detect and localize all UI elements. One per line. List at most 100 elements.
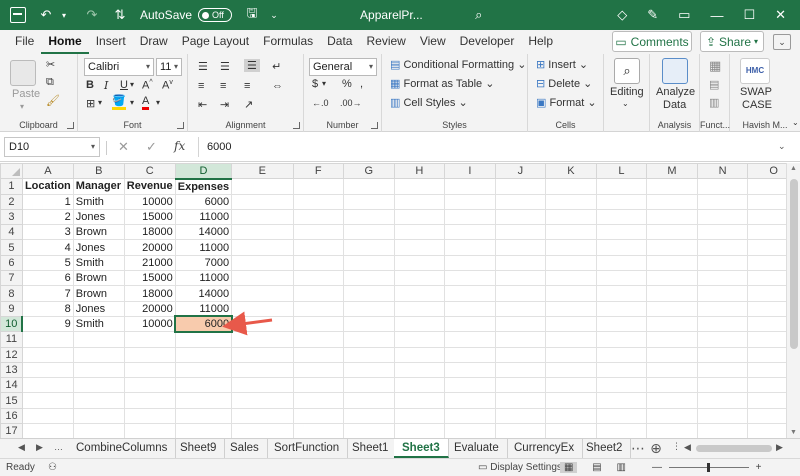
cell-h10[interactable] (393, 315, 446, 333)
cell-m8[interactable] (646, 285, 698, 302)
cell-d7[interactable]: 11000 (174, 270, 233, 287)
zoom-slider[interactable] (668, 462, 749, 472)
column-header-d[interactable]: D (174, 162, 233, 180)
align-top-icon[interactable]: ☰ (198, 60, 208, 73)
cell-n5[interactable] (696, 239, 749, 256)
add-sheet-icon[interactable]: ⊕ (646, 439, 666, 458)
cell-k15[interactable] (545, 392, 597, 409)
cell-l9[interactable] (595, 300, 648, 317)
cell-styles-button[interactable]: ▥ Cell Styles ⌄ (390, 96, 468, 109)
cell-h9[interactable] (393, 300, 446, 317)
horizontal-scrollbar-thumb[interactable] (696, 445, 772, 452)
cell-k6[interactable] (545, 254, 597, 272)
column-header-l[interactable]: L (595, 162, 648, 180)
cell-b1[interactable]: Manager (72, 178, 125, 195)
cell-f5[interactable] (292, 239, 345, 256)
scroll-left-icon[interactable]: ◀ (684, 442, 691, 453)
row-header[interactable]: 12 (0, 346, 23, 363)
alignment-launcher-icon[interactable] (293, 122, 300, 129)
merge-center-icon[interactable]: ⇔ (272, 80, 283, 92)
cell-g4[interactable] (343, 224, 395, 241)
row-header[interactable]: 3 (0, 208, 23, 226)
cell-m16[interactable] (646, 407, 698, 425)
decrease-decimal-icon[interactable]: .00→ (340, 98, 362, 108)
cell-c14[interactable] (123, 377, 176, 394)
cell-f3[interactable] (292, 208, 345, 226)
cell-n11[interactable] (696, 331, 749, 348)
cell-c2[interactable]: 10000 (123, 193, 176, 210)
maximize-icon[interactable]: ☐ (743, 7, 755, 23)
cell-l4[interactable] (595, 224, 648, 241)
cell-a5[interactable]: 4 (21, 239, 74, 256)
cell-c4[interactable]: 18000 (123, 224, 176, 241)
cell-a15[interactable] (21, 392, 74, 409)
zoom-slider-handle[interactable] (706, 462, 710, 472)
cell-k8[interactable] (545, 285, 597, 302)
tab-file[interactable]: File (8, 30, 41, 54)
cell-k11[interactable] (545, 331, 597, 348)
cell-f9[interactable] (292, 300, 345, 317)
cell-l7[interactable] (595, 270, 648, 287)
format-as-table-button[interactable]: ▦ Format as Table ⌄ (390, 77, 494, 90)
cell-j13[interactable] (494, 361, 547, 379)
cell-g7[interactable] (343, 270, 395, 287)
cell-g5[interactable] (343, 239, 395, 256)
cell-g1[interactable] (343, 178, 395, 195)
cell-n14[interactable] (696, 377, 749, 394)
cell-k2[interactable] (545, 193, 597, 210)
undo-dropdown-icon[interactable]: ▾ (56, 11, 72, 20)
cell-c6[interactable]: 21000 (123, 254, 176, 272)
cell-i13[interactable] (444, 361, 496, 379)
column-header-h[interactable]: H (393, 162, 446, 180)
underline-dropdown-icon[interactable]: ▾ (130, 80, 134, 89)
cell-h5[interactable] (393, 239, 446, 256)
cell-m15[interactable] (646, 392, 698, 409)
cell-h16[interactable] (393, 407, 446, 425)
cell-i10[interactable] (444, 315, 496, 333)
tab-home[interactable]: Home (41, 30, 89, 54)
cell-e5[interactable] (231, 239, 294, 256)
cell-n3[interactable] (696, 208, 749, 226)
cell-c16[interactable] (123, 407, 176, 425)
cell-a14[interactable] (21, 377, 74, 394)
cell-i4[interactable] (444, 224, 496, 241)
cell-h7[interactable] (393, 270, 446, 287)
cell-d14[interactable] (174, 377, 233, 394)
cell-c9[interactable]: 20000 (123, 300, 176, 317)
sort-icon[interactable]: ⇅ (112, 7, 128, 23)
underline-icon[interactable]: U (120, 79, 128, 91)
tab-developer[interactable]: Developer (453, 30, 522, 54)
cell-b8[interactable]: Brown (72, 285, 125, 302)
cell-d13[interactable] (174, 361, 233, 379)
row-header[interactable]: 11 (0, 331, 23, 348)
cell-e1[interactable] (231, 178, 294, 195)
cell-k14[interactable] (545, 377, 597, 394)
confirm-entry-icon[interactable]: ✓ (146, 139, 157, 155)
column-header-a[interactable]: A (21, 162, 74, 180)
cell-g8[interactable] (343, 285, 395, 302)
analyze-label[interactable]: Analyze (656, 86, 695, 98)
cell-a4[interactable]: 3 (21, 224, 74, 241)
cell-k16[interactable] (545, 407, 597, 425)
cell-b10[interactable]: Smith (72, 315, 125, 333)
cell-n12[interactable] (696, 346, 749, 363)
cell-k10[interactable] (545, 315, 597, 333)
cell-i1[interactable] (444, 178, 496, 195)
cell-a8[interactable]: 7 (21, 285, 74, 302)
sheet-tab-sheet9[interactable]: Sheet9 (172, 439, 226, 458)
cell-b14[interactable] (72, 377, 125, 394)
cell-f15[interactable] (292, 392, 345, 409)
cell-j16[interactable] (494, 407, 547, 425)
cell-n7[interactable] (696, 270, 749, 287)
cell-g17[interactable] (343, 423, 395, 440)
cell-k13[interactable] (545, 361, 597, 379)
cell-m17[interactable] (646, 423, 698, 440)
cell-b13[interactable] (72, 361, 125, 379)
cell-f8[interactable] (292, 285, 345, 302)
cell-a12[interactable] (21, 346, 74, 363)
cell-a17[interactable] (21, 423, 74, 440)
cell-h4[interactable] (393, 224, 446, 241)
cell-d2[interactable]: 6000 (174, 193, 233, 210)
cell-e7[interactable] (231, 270, 294, 287)
percent-icon[interactable]: % (342, 78, 352, 90)
